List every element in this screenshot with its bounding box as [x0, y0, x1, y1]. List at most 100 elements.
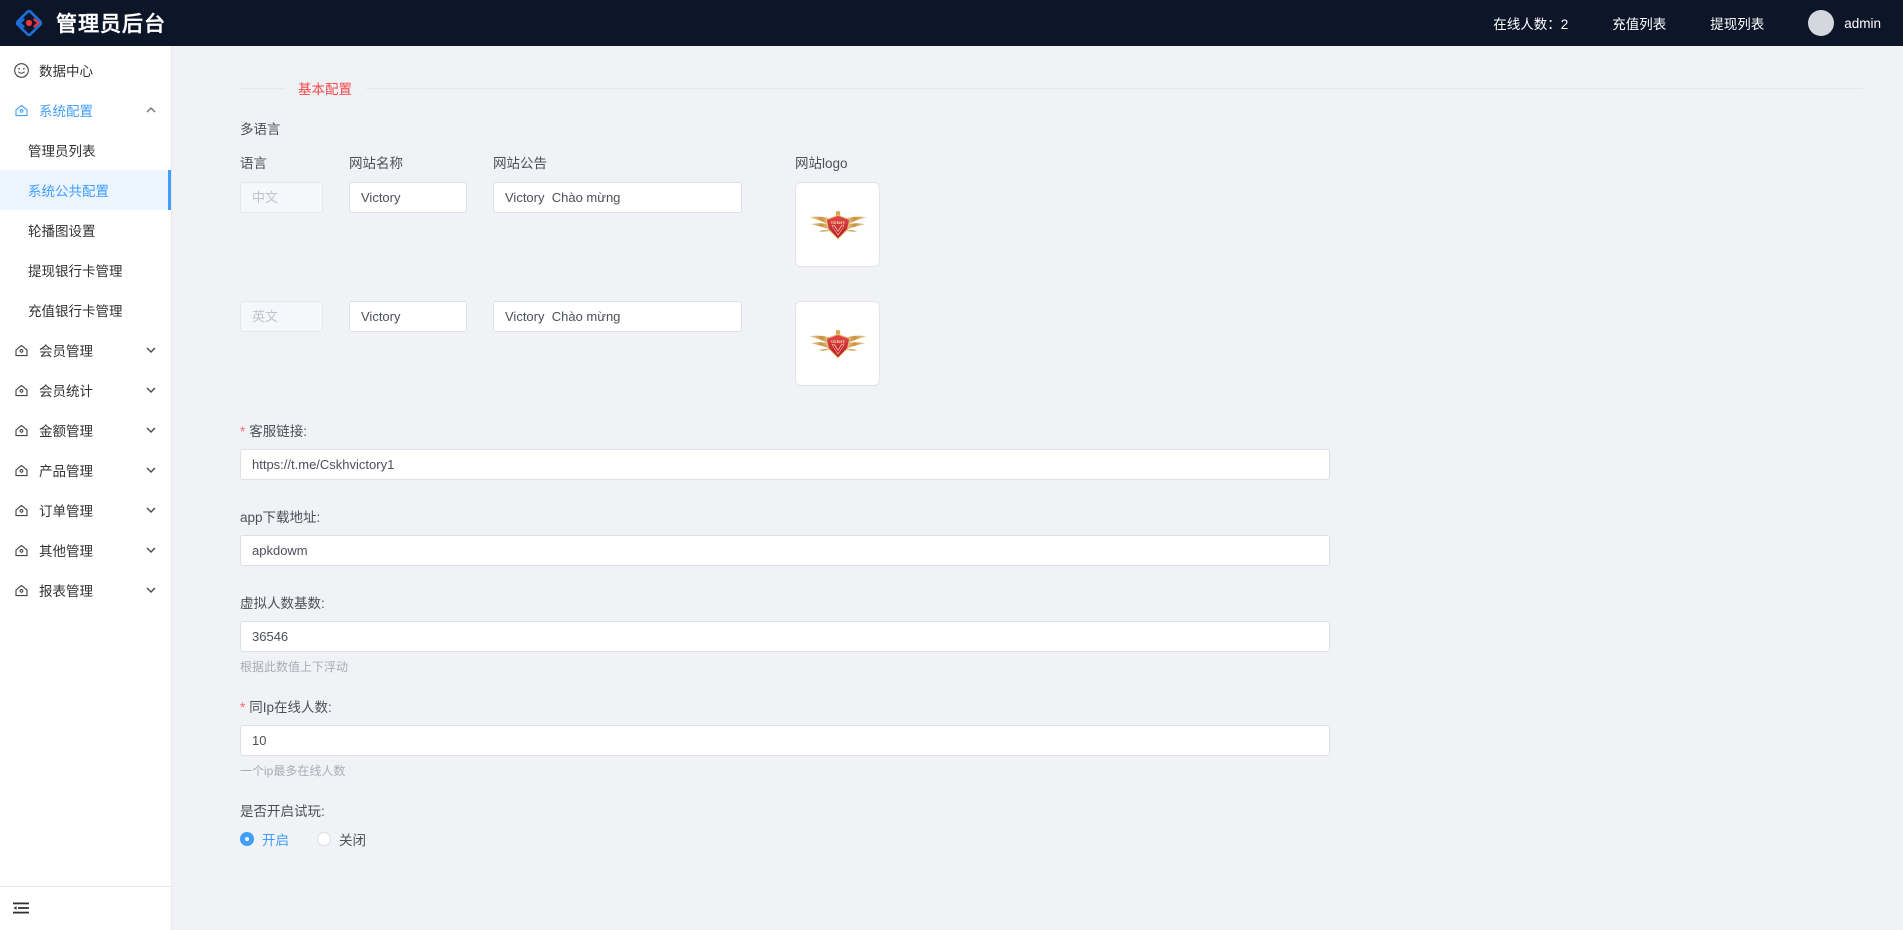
site-notice-input[interactable]	[493, 301, 742, 332]
withdraw-list-link[interactable]: 提现列表	[1710, 13, 1764, 33]
sidebar-item-report-management[interactable]: 报表管理	[0, 570, 171, 610]
sidebar-item-label: 轮播图设置	[28, 220, 96, 240]
field-label: app下载地址:	[240, 506, 1863, 526]
chevron-down-icon	[145, 464, 157, 476]
admin-dashboard-page: 管理员后台 在线人数：2 充值列表 提现列表 admin	[0, 0, 1903, 930]
home-icon	[13, 502, 30, 519]
sidebar-item-data-center[interactable]: 数据中心	[0, 50, 171, 90]
sidebar-item-label: 会员统计	[39, 380, 145, 400]
chevron-up-icon	[145, 104, 157, 116]
home-icon	[13, 462, 30, 479]
divider-line-right	[366, 88, 1863, 89]
online-count-label: 在线人数：2	[1493, 13, 1568, 33]
sidebar-item-admin-list[interactable]: 管理员列表	[0, 130, 171, 170]
column-head-language: 语言	[240, 152, 323, 182]
menu-fold-icon[interactable]	[12, 900, 30, 918]
chevron-down-icon	[145, 344, 157, 356]
top-header-bar: 管理员后台 在线人数：2 充值列表 提现列表 admin	[0, 0, 1903, 46]
chevron-down-icon	[145, 504, 157, 516]
language-input[interactable]	[240, 301, 323, 332]
recharge-list-link[interactable]: 充值列表	[1612, 13, 1666, 33]
field-hint: 根据此数值上下浮动	[240, 658, 1863, 675]
field-spacer	[240, 566, 1863, 592]
main-content: 基本配置 多语言 语言 网站名称 网站公告	[172, 46, 1903, 930]
field-virtual-user-base: 虚拟人数基数: 根据此数值上下浮动	[240, 592, 1863, 675]
required-star: *	[240, 424, 245, 439]
site-notice-input[interactable]	[493, 182, 742, 213]
sidebar-item-other-management[interactable]: 其他管理	[0, 530, 171, 570]
trial-radio-on[interactable]: 开启	[240, 829, 289, 849]
site-name-input[interactable]	[349, 182, 467, 213]
sidebar-item-product-management[interactable]: 产品管理	[0, 450, 171, 490]
sidebar-item-member-statistics[interactable]: 会员统计	[0, 370, 171, 410]
sidebar-item-system-config[interactable]: 系统配置	[0, 90, 171, 130]
home-icon	[13, 582, 30, 599]
chevron-down-icon	[145, 584, 157, 596]
page-title: 管理员后台	[56, 8, 166, 38]
home-icon	[13, 542, 30, 559]
sidebar-item-label: 系统配置	[39, 100, 145, 120]
winged-v-emblem-icon: victory	[803, 190, 873, 260]
same-ip-online-count-input[interactable]	[240, 725, 1330, 756]
customer-service-link-input[interactable]	[240, 449, 1330, 480]
site-logo-uploader[interactable]: victory	[795, 301, 880, 386]
sidebar-item-label: 提现银行卡管理	[28, 260, 123, 280]
field-label: 是否开启试玩:	[240, 800, 1863, 820]
multilang-label: 多语言	[240, 118, 1863, 138]
site-logo-uploader[interactable]: victory	[795, 182, 880, 267]
sidebar: 数据中心 系统配置	[0, 46, 172, 930]
column-head-site-logo: 网站logo	[795, 152, 848, 182]
sidebar-item-label: 金额管理	[39, 420, 145, 440]
sidebar-item-carousel-settings[interactable]: 轮播图设置	[0, 210, 171, 250]
sidebar-item-system-public-config[interactable]: 系统公共配置	[0, 170, 171, 210]
field-label: 虚拟人数基数:	[240, 592, 1863, 612]
sidebar-item-label: 数据中心	[39, 60, 157, 80]
chevron-down-icon	[145, 424, 157, 436]
sidebar-item-member-management[interactable]: 会员管理	[0, 330, 171, 370]
sidebar-item-recharge-bank-cards[interactable]: 充值银行卡管理	[0, 290, 171, 330]
virtual-user-base-input[interactable]	[240, 621, 1330, 652]
radio-label: 关闭	[339, 829, 366, 849]
section-divider: 基本配置	[240, 80, 1863, 96]
avatar-icon	[1808, 10, 1834, 36]
multilang-row: victory	[240, 182, 1863, 267]
field-hint: 一个ip最多在线人数	[240, 762, 1863, 779]
chevron-down-icon	[145, 384, 157, 396]
site-name-input[interactable]	[349, 301, 467, 332]
field-label-text: 客服链接:	[249, 424, 307, 439]
smiley-face-icon	[13, 62, 30, 79]
user-menu[interactable]: admin	[1808, 10, 1881, 36]
radio-dot-icon	[317, 832, 331, 846]
sidebar-item-amount-management[interactable]: 金额管理	[0, 410, 171, 450]
sidebar-item-label: 充值银行卡管理	[28, 300, 123, 320]
trial-radio-off[interactable]: 关闭	[317, 829, 366, 849]
sidebar-menu: 数据中心 系统配置	[0, 46, 171, 886]
body-row: 数据中心 系统配置	[0, 46, 1903, 930]
sidebar-item-label: 系统公共配置	[28, 180, 109, 200]
field-spacer	[240, 779, 1863, 800]
brand-area[interactable]: 管理员后台	[14, 8, 166, 38]
svg-text:victory: victory	[830, 339, 845, 344]
multilang-column-heads: 语言 网站名称 网站公告	[240, 152, 742, 182]
user-name-label: admin	[1844, 16, 1881, 31]
config-form: 基本配置 多语言 语言 网站名称 网站公告	[172, 46, 1903, 849]
field-app-download-url: app下载地址:	[240, 506, 1863, 566]
home-icon	[13, 342, 30, 359]
sidebar-item-label: 其他管理	[39, 540, 145, 560]
sidebar-item-label: 报表管理	[39, 580, 145, 600]
multilang-row-fields	[240, 301, 742, 332]
radio-dot-icon	[240, 832, 254, 846]
sidebar-item-label: 订单管理	[39, 500, 145, 520]
sidebar-item-withdraw-bank-cards[interactable]: 提现银行卡管理	[0, 250, 171, 290]
home-icon	[13, 102, 30, 119]
section-title: 基本配置	[284, 78, 366, 98]
app-download-url-input[interactable]	[240, 535, 1330, 566]
field-spacer	[240, 675, 1863, 696]
sidebar-footer	[0, 886, 171, 930]
sidebar-item-order-management[interactable]: 订单管理	[0, 490, 171, 530]
svg-text:victory: victory	[830, 220, 845, 225]
sidebar-item-label: 管理员列表	[28, 140, 96, 160]
trial-radio-group: 开启 关闭	[240, 829, 1863, 849]
language-input[interactable]	[240, 182, 323, 213]
radio-label: 开启	[262, 829, 289, 849]
